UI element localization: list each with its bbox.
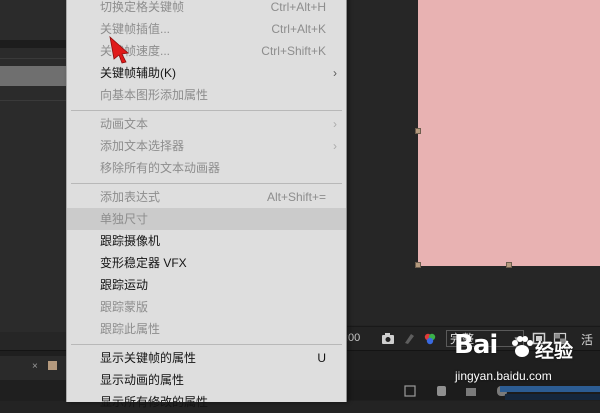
layer-handle-bottom-left[interactable] — [415, 262, 421, 268]
menu-item-shortcut: Ctrl+Alt+K — [271, 22, 326, 36]
menu-item-reveal-modified-properties[interactable]: 显示所有修改的属性 — [67, 391, 346, 413]
jingyan-logo-text: 经验 — [535, 341, 574, 362]
menu-item-toggle-hold-keyframe[interactable]: 切换定格关键帧 Ctrl+Alt+H — [67, 0, 346, 18]
menu-item-label: 变形稳定器 VFX — [100, 256, 187, 270]
menu-item-reveal-animated-properties[interactable]: 显示动画的属性 — [67, 369, 346, 391]
menu-item-label: 向基本图形添加属性 — [100, 88, 209, 102]
menu-item-label: 显示动画的属性 — [100, 373, 185, 387]
menu-item-label: 单独尺寸 — [100, 212, 149, 226]
panel-header-strip — [0, 40, 66, 48]
pink-solid-layer[interactable] — [418, 0, 600, 266]
panel-divider — [0, 100, 66, 101]
menu-item-add-to-essential-graphics[interactable]: 向基本图形添加属性 — [67, 84, 346, 106]
menu-item-track-camera[interactable]: 跟踪摄像机 — [67, 230, 346, 252]
color-channels-icon[interactable] — [423, 332, 437, 345]
menu-item-remove-text-animators[interactable]: 移除所有的文本动画器 — [67, 157, 346, 179]
chevron-right-icon: › — [333, 139, 337, 153]
menu-separator — [71, 344, 342, 345]
menu-item-add-expression[interactable]: 添加表达式 Alt+Shift+= — [67, 186, 346, 208]
current-time[interactable]: :00 — [345, 332, 360, 344]
baidu-jingyan-watermark: Bai 经验 jingyan.baidu.com — [440, 330, 600, 390]
close-icon[interactable]: × — [32, 361, 38, 372]
menu-item-label: 跟踪运动 — [100, 278, 149, 292]
panel-divider — [0, 58, 66, 59]
menu-item-shortcut: Alt+Shift+= — [266, 190, 326, 204]
comp-color-swatch — [48, 361, 57, 370]
menu-separator — [71, 183, 342, 184]
menu-item-shortcut: Ctrl+Shift+K — [261, 44, 326, 58]
watermark-url: jingyan.baidu.com — [455, 369, 552, 383]
layer-handle-bottom[interactable] — [506, 262, 512, 268]
menu-item-track-motion[interactable]: 跟踪运动 — [67, 274, 346, 296]
menu-item-label: 跟踪此属性 — [100, 322, 161, 336]
menu-item-reveal-keyframed-properties[interactable]: 显示关键帧的属性 U — [67, 347, 346, 369]
baidu-logo-text: Bai — [454, 330, 498, 360]
menu-item-label: 移除所有的文本动画器 — [100, 161, 221, 175]
camera-icon[interactable] — [381, 332, 395, 345]
menu-item-shortcut: Ctrl+Alt+H — [270, 0, 326, 14]
menu-separator — [71, 110, 342, 111]
paw-icon — [512, 336, 533, 357]
project-panel — [0, 0, 66, 360]
menu-item-track-mask[interactable]: 跟踪蒙版 — [67, 296, 346, 318]
snapshot-icon[interactable] — [402, 332, 416, 345]
menu-item-label: 添加表达式 — [100, 190, 161, 204]
menu-item-label: 关键帧辅助(K) — [100, 66, 176, 80]
chevron-right-icon: › — [333, 117, 337, 131]
menu-item-keyframe-assistant[interactable]: 关键帧辅助(K) › — [67, 62, 346, 84]
menu-item-shortcut: U — [317, 351, 326, 365]
menu-item-add-text-selector[interactable]: 添加文本选择器 › — [67, 135, 346, 157]
menu-item-separate-dimensions[interactable]: 单独尺寸 — [67, 208, 346, 230]
panel-bottom-bar — [0, 332, 66, 350]
menu-item-label: 动画文本 — [100, 117, 149, 131]
menu-item-label: 切换定格关键帧 — [100, 0, 185, 14]
menu-item-label: 显示所有修改的属性 — [100, 395, 209, 409]
menu-item-label: 显示关键帧的属性 — [100, 351, 197, 365]
menu-item-warp-stabilizer[interactable]: 变形稳定器 VFX — [67, 252, 346, 274]
menu-item-label: 添加文本选择器 — [100, 139, 185, 153]
menu-item-label: 跟踪摄像机 — [100, 234, 161, 248]
selected-layer-row[interactable] — [0, 66, 66, 86]
menu-item-label: 跟踪蒙版 — [100, 300, 149, 314]
time-ruler[interactable] — [505, 394, 600, 400]
menu-item-animate-text[interactable]: 动画文本 › — [67, 113, 346, 135]
chevron-right-icon: › — [333, 66, 337, 80]
menu-item-track-this-property[interactable]: 跟踪此属性 — [67, 318, 346, 340]
layer-handle-left[interactable] — [415, 128, 421, 134]
red-arrow-icon — [109, 35, 129, 64]
